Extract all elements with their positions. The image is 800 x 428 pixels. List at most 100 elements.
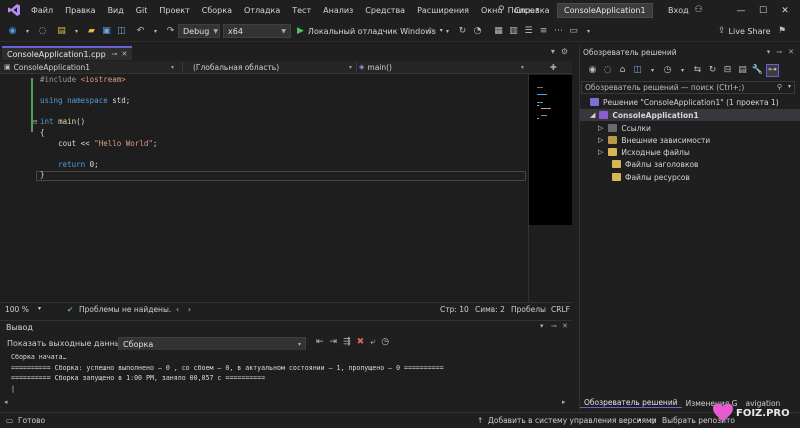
menu-extensions[interactable]: Расширения	[411, 6, 475, 15]
tab-solution-explorer[interactable]: Обозреватель решений	[580, 398, 682, 408]
tree-item-external-dependencies[interactable]: ▷ Внешние зависимости	[598, 134, 710, 146]
feedback-button[interactable]: ⚑	[778, 24, 786, 38]
login-button[interactable]: Вход ⚇	[668, 3, 703, 17]
goto-prev-icon[interactable]: ⇤	[316, 338, 324, 347]
tree-item-resource-files[interactable]: Файлы ресурсов	[612, 171, 690, 183]
chevron-down-icon[interactable]: ▾	[551, 47, 555, 56]
problems-status[interactable]: Проблемы не найдены.	[79, 305, 171, 314]
pin-icon[interactable]: ⊸	[551, 322, 557, 330]
chevron-down-icon[interactable]: ▾	[582, 25, 595, 38]
member-dropdown[interactable]: ◈ main() ▾	[356, 62, 526, 73]
chevron-down-icon[interactable]: ▾	[441, 25, 454, 38]
chevron-down-icon[interactable]: ▾	[38, 305, 41, 312]
sync-icon[interactable]: ⇆	[691, 64, 704, 77]
tree-item-references[interactable]: ▷ Ссылки	[598, 122, 651, 134]
menu-tools[interactable]: Средства	[359, 6, 411, 15]
scroll-left-icon[interactable]: ◂	[4, 398, 8, 406]
tree-item-project[interactable]: ◢ ConsoleApplication1	[580, 109, 800, 121]
chevron-up-icon[interactable]: ▴	[638, 416, 641, 423]
menu-edit[interactable]: Правка	[59, 6, 101, 15]
visual-studio-logo-icon[interactable]	[7, 3, 21, 17]
menu-analyze[interactable]: Анализ	[317, 6, 359, 15]
close-icon[interactable]: ✕	[774, 6, 796, 16]
start-without-debugging-icon[interactable]: ▷	[426, 25, 439, 38]
toolbar-icon-6[interactable]: ▭	[567, 25, 580, 38]
history-icon[interactable]: ◷	[381, 338, 389, 347]
clear-all-icon[interactable]: ✖	[357, 338, 365, 347]
preview-icon[interactable]: ⊶	[766, 63, 779, 77]
performance-icon[interactable]: ◔	[471, 25, 484, 38]
search-button[interactable]: ⚲ Поиск ▾	[498, 3, 539, 17]
pin-icon[interactable]: ⊸	[776, 48, 782, 56]
save-icon[interactable]: ▣	[100, 25, 113, 38]
collapse-all-icon[interactable]: ⊟	[721, 64, 734, 77]
start-debugging-button[interactable]: ▶ Локальный отладчик Windows ▾	[297, 24, 443, 38]
close-icon[interactable]: ✕	[122, 50, 128, 58]
tab-consoleapplication1-cpp[interactable]: ConsoleApplication1.cpp ⊸ ✕	[2, 46, 133, 60]
properties-icon[interactable]: 🔧	[751, 64, 764, 77]
minimize-icon[interactable]: —	[730, 6, 752, 16]
chevron-down-icon[interactable]: ▾	[767, 48, 771, 56]
pin-icon[interactable]: ⊸	[112, 50, 118, 58]
tree-item-solution[interactable]: Решение "ConsoleApplication1" (1 проекта…	[590, 96, 779, 108]
new-project-icon[interactable]: ▤	[55, 25, 68, 38]
close-icon[interactable]: ✕	[788, 48, 794, 56]
forward-icon[interactable]: ◌	[36, 25, 49, 38]
toolbar-icon-5[interactable]: ⋯	[552, 25, 565, 38]
home-icon[interactable]: ⌂	[616, 64, 629, 77]
switch-views-icon[interactable]: ◫	[631, 64, 644, 77]
column-number[interactable]: Симв: 2	[475, 305, 505, 314]
output-source-dropdown[interactable]: Сборка ▾	[118, 337, 306, 351]
split-icon[interactable]: ✚	[550, 63, 558, 72]
indentation-mode[interactable]: Пробелы	[511, 305, 546, 314]
line-number[interactable]: Стр: 10	[440, 305, 469, 314]
back-icon[interactable]: ◉	[586, 64, 599, 77]
menu-build[interactable]: Сборка	[196, 6, 238, 15]
menu-project[interactable]: Проект	[153, 6, 195, 15]
maximize-icon[interactable]: ☐	[752, 6, 774, 16]
hot-reload-icon[interactable]: ↻	[456, 25, 469, 38]
minimap-empty-area[interactable]	[528, 225, 572, 302]
open-folder-icon[interactable]: ▰	[85, 25, 98, 38]
chevron-down-icon[interactable]: ▾	[540, 322, 544, 330]
find-icon[interactable]: ⇶	[343, 338, 351, 347]
redo-icon[interactable]: ↷	[164, 25, 177, 38]
undo-icon[interactable]: ↶	[134, 25, 147, 38]
toolbar-icon-4[interactable]: ≡	[537, 25, 550, 38]
back-icon[interactable]: ◉	[6, 25, 19, 38]
scroll-right-icon[interactable]: ▸	[562, 398, 566, 406]
pending-changes-icon[interactable]: ◷	[661, 64, 674, 77]
code-editor[interactable]: ⊟ #include <iostream> using namespace st…	[0, 75, 528, 302]
menu-test[interactable]: Тест	[286, 6, 317, 15]
forward-icon[interactable]: ◌	[601, 64, 614, 77]
menu-file[interactable]: Файл	[25, 6, 59, 15]
chevron-down-icon[interactable]: ▾	[646, 64, 659, 77]
save-all-icon[interactable]: ◫	[115, 25, 128, 38]
config-dropdown[interactable]: Debug ▼	[178, 24, 220, 38]
tree-item-header-files[interactable]: Файлы заголовков	[612, 158, 698, 170]
add-to-source-control[interactable]: Добавить в систему управления версиями	[488, 416, 657, 425]
goto-next-icon[interactable]: ⇥	[330, 338, 338, 347]
menu-debug[interactable]: Отладка	[238, 6, 286, 15]
zoom-level[interactable]: 100 %	[5, 305, 29, 314]
refresh-icon[interactable]: ↻	[706, 64, 719, 77]
tree-item-source-files[interactable]: ▷ Исходные файлы	[598, 146, 690, 158]
toolbar-icon-1[interactable]: ▦	[492, 25, 505, 38]
toolbar-icon-3[interactable]: ☰	[522, 25, 535, 38]
chevron-down-icon[interactable]: ▾	[149, 25, 162, 38]
project-dropdown[interactable]: ▣ ConsoleApplication1 ▾	[4, 62, 176, 73]
live-share-button[interactable]: ⇪ Live Share	[718, 24, 771, 38]
fold-toggle-icon[interactable]: ⊟	[33, 118, 37, 126]
close-icon[interactable]: ✕	[562, 322, 568, 330]
chevron-down-icon[interactable]: ▾	[70, 25, 83, 38]
chevron-down-icon[interactable]: ▾	[676, 64, 689, 77]
platform-dropdown[interactable]: x64 ▼	[223, 24, 291, 38]
line-ending[interactable]: CRLF	[551, 305, 570, 314]
menu-view[interactable]: Вид	[102, 6, 130, 15]
scope-dropdown[interactable]: (Глобальная область) ▾	[182, 62, 354, 73]
toolbar-icon-2[interactable]: ▥	[507, 25, 520, 38]
solution-search-input[interactable]: Обозреватель решений — поиск (Ctrl+;) ⚲ …	[581, 81, 795, 94]
minimap[interactable]	[528, 75, 572, 225]
show-all-files-icon[interactable]: ▤	[736, 64, 749, 77]
next-problem-icon[interactable]: ›	[188, 305, 191, 314]
